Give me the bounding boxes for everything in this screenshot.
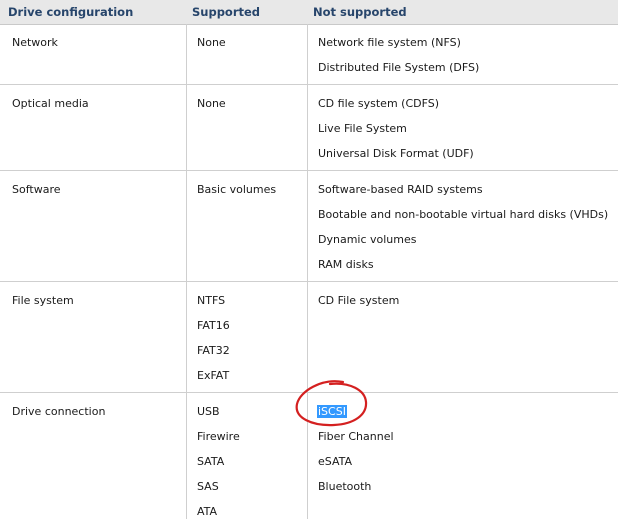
table-row-optical-media: Optical media None CD file system (CDFS)… (0, 85, 618, 171)
selected-text-highlight[interactable]: iSCSI (317, 405, 347, 418)
table-row-network: Network None Network file system (NFS) D… (0, 24, 618, 85)
supported-cell: None (197, 97, 226, 110)
not-supported-cell: iSCSI Fiber Channel eSATA Bluetooth (317, 405, 394, 493)
header-drive-configuration: Drive configuration (8, 5, 134, 19)
not-supported-cell: CD file system (CDFS) Live File System U… (318, 97, 474, 160)
supported-cell: NTFS FAT16 FAT32 ExFAT (197, 294, 230, 382)
not-supported-cell: CD File system (318, 294, 400, 307)
not-supported-cell: Network file system (NFS) Distributed Fi… (318, 36, 480, 74)
table-header: Drive configuration Supported Not suppor… (0, 0, 618, 25)
table-row-software: Software Basic volumes Software-based RA… (0, 171, 618, 282)
drive-config-cell: Drive connection (12, 405, 106, 418)
supported-cell: Basic volumes (197, 183, 277, 196)
drive-config-cell: Software (12, 183, 61, 196)
drive-config-cell: File system (12, 294, 74, 307)
drive-config-cell: Optical media (12, 97, 89, 110)
not-supported-cell: Software-based RAID systems Bootable and… (318, 183, 609, 271)
drive-config-cell: Network (12, 36, 58, 49)
header-supported: Supported (192, 5, 261, 19)
table-row-file-system: File system NTFS FAT16 FAT32 ExFAT CD Fi… (0, 282, 618, 393)
supported-cell: None (197, 36, 226, 49)
header-not-supported: Not supported (313, 5, 407, 19)
table-row-drive-connection: Drive connection USB Firewire SATA SAS A… (0, 393, 618, 519)
supported-cell: USB Firewire SATA SAS ATA (197, 405, 240, 518)
